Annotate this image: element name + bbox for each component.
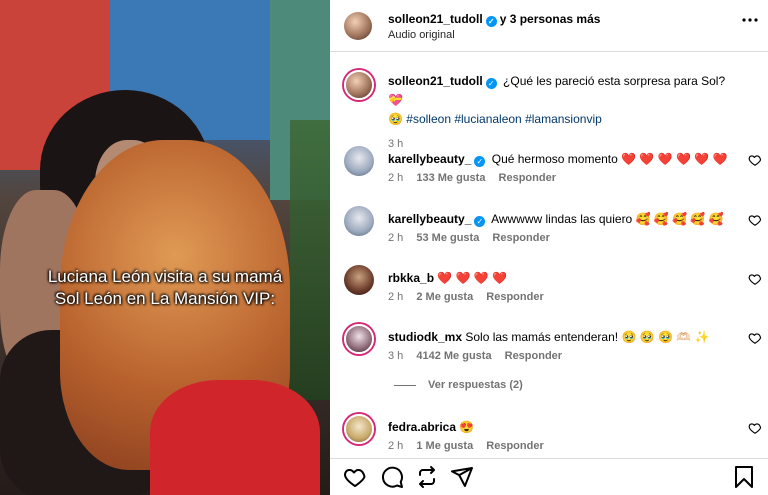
caption-text: solleon21_tudoll ✓ ¿Qué les pareció esta … xyxy=(388,72,728,154)
post-panel: solleon21_tudoll ✓ y 3 personas más Audio … xyxy=(330,0,768,495)
comment-item: studiodk_mx Solo las mamás entenderan! 🥹… xyxy=(330,324,768,382)
comment-username[interactable]: rbkka_b xyxy=(388,271,434,285)
comment-likes[interactable]: 133 Me gusta xyxy=(416,172,485,184)
comment-item: rbkka_b ❤️ ❤️ ❤️ ❤️ 2 h 2 Me gusta Respo… xyxy=(330,265,768,323)
comment-body: Awwwww lindas las quiero 🥰 🥰 🥰 🥰 🥰 xyxy=(491,212,724,226)
comment-likes[interactable]: 53 Me gusta xyxy=(416,232,479,244)
comment-body: ❤️ ❤️ ❤️ ❤️ xyxy=(437,271,508,285)
comment-text: karellybeauty_ ✓ Qué hermoso momento ❤️ ❤… xyxy=(388,150,728,168)
comment-text: studiodk_mx Solo las mamás entenderan! 🥹… xyxy=(388,328,728,346)
reply-button[interactable]: Responder xyxy=(492,232,549,244)
avatar[interactable] xyxy=(344,70,374,100)
repost-icon[interactable] xyxy=(415,465,439,489)
comment-meta: 2 h 2 Me gusta Responder xyxy=(388,291,554,303)
comment-username[interactable]: fedra.abrica xyxy=(388,420,456,434)
avatar[interactable] xyxy=(344,146,374,176)
heart-icon[interactable] xyxy=(748,213,762,227)
comment-username[interactable]: studiodk_mx xyxy=(388,330,462,344)
verified-icon: ✓ xyxy=(485,78,497,89)
hashtag-link[interactable]: #lamansionvip xyxy=(525,112,602,126)
person-dress xyxy=(150,380,320,495)
comment-meta: 2 h 133 Me gusta Responder xyxy=(388,172,566,184)
background-plant xyxy=(290,120,330,400)
comment-body: Solo las mamás entenderan! 🥹 🥹 🥹 🫶🏻 ✨ xyxy=(465,330,710,344)
comment-meta: 2 h 53 Me gusta Responder xyxy=(388,232,560,244)
heart-icon[interactable] xyxy=(748,153,762,167)
heart-icon[interactable] xyxy=(748,421,762,435)
reply-button[interactable]: Responder xyxy=(486,440,543,452)
video-caption-line: Sol León en La Mansión VIP: xyxy=(54,289,276,308)
hashtag-link[interactable]: #lucianaleon xyxy=(454,112,521,126)
reply-button[interactable]: Responder xyxy=(499,172,556,184)
comment-time: 2 h xyxy=(388,172,404,184)
verified-icon: ✓ xyxy=(474,156,486,167)
avatar[interactable] xyxy=(344,265,374,295)
view-replies-label: Ver respuestas (2) xyxy=(428,379,523,391)
more-horizontal-icon[interactable] xyxy=(742,12,758,33)
comment-likes[interactable]: 2 Me gusta xyxy=(416,291,473,303)
comment-icon[interactable] xyxy=(380,465,404,489)
comment-time: 2 h xyxy=(388,440,404,452)
heart-icon[interactable] xyxy=(343,465,367,489)
action-bar xyxy=(330,458,768,495)
comment-meta: 2 h 1 Me gusta Responder xyxy=(388,440,554,452)
comment-meta: 3 h 4142 Me gusta Responder xyxy=(388,350,572,362)
caption-username[interactable]: solleon21_tudoll xyxy=(388,74,483,88)
heart-icon[interactable] xyxy=(748,331,762,345)
post-author: solleon21_tudoll ✓ y 3 personas más xyxy=(388,12,600,27)
comment-text: fedra.abrica 😍 xyxy=(388,418,728,436)
avatar[interactable] xyxy=(344,414,374,444)
author-username[interactable]: solleon21_tudoll xyxy=(388,12,483,26)
post-header: solleon21_tudoll ✓ y 3 personas más Audio … xyxy=(330,0,768,52)
comment-body: 😍 xyxy=(459,420,475,434)
caption-emoji: 🥹 xyxy=(388,112,403,126)
hashtag-link[interactable]: #solleon xyxy=(406,112,451,126)
comment-time: 3 h xyxy=(388,350,404,362)
comment-username[interactable]: karellybeauty_ xyxy=(388,212,471,226)
collaborators-link[interactable]: y 3 personas más xyxy=(500,12,601,26)
post-video[interactable]: Luciana León visita a su mamá Sol León e… xyxy=(0,0,330,495)
avatar[interactable] xyxy=(344,206,374,236)
reply-button[interactable]: Responder xyxy=(486,291,543,303)
audio-label[interactable]: Audio original xyxy=(388,29,455,41)
heart-icon[interactable] xyxy=(748,272,762,286)
comment-item: karellybeauty_ ✓ Qué hermoso momento ❤️ ❤… xyxy=(330,146,768,204)
comment-time: 2 h xyxy=(388,291,404,303)
bookmark-icon[interactable] xyxy=(732,465,756,489)
verified-icon: ✓ xyxy=(485,16,497,27)
view-replies-button[interactable]: Ver respuestas (2) xyxy=(394,379,523,391)
comment-item: karellybeauty_ ✓ Awwwww lindas las quiero… xyxy=(330,206,768,264)
comment-username[interactable]: karellybeauty_ xyxy=(388,152,471,166)
avatar[interactable] xyxy=(344,12,372,40)
verified-icon: ✓ xyxy=(474,216,486,227)
avatar[interactable] xyxy=(344,324,374,354)
video-caption: Luciana León visita a su mamá Sol León e… xyxy=(0,266,330,310)
reply-button[interactable]: Responder xyxy=(505,350,562,362)
comment-text: karellybeauty_ ✓ Awwwww lindas las quiero… xyxy=(388,210,728,228)
comment-time: 2 h xyxy=(388,232,404,244)
replies-divider xyxy=(394,384,416,386)
video-caption-line: Luciana León visita a su mamá xyxy=(47,267,283,286)
comment-text: rbkka_b ❤️ ❤️ ❤️ ❤️ xyxy=(388,269,728,287)
comment-likes[interactable]: 1 Me gusta xyxy=(416,440,473,452)
comment-likes[interactable]: 4142 Me gusta xyxy=(416,350,491,362)
comment-body: Qué hermoso momento ❤️ ❤️ ❤️ ❤️ ❤️ ❤️ xyxy=(491,152,728,166)
share-icon[interactable] xyxy=(450,465,474,489)
